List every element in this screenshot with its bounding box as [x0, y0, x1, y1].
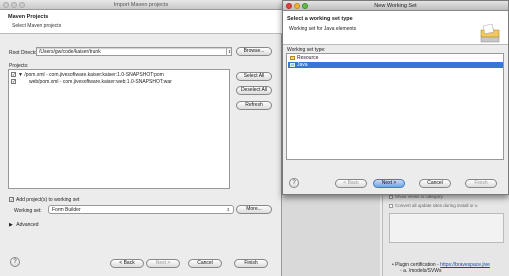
project-label: web/pom.xml - com.jivesoftware.kaiser:we…	[29, 79, 172, 85]
working-set-value: Form Builder	[52, 207, 81, 213]
working-set-type-list[interactable]: Resource Java	[286, 53, 504, 160]
advanced-label: Advanced	[16, 222, 39, 228]
browse-button[interactable]: Browse...	[236, 47, 272, 56]
disclosure-triangle-icon[interactable]: ▶	[9, 222, 13, 228]
refresh-button[interactable]: Refresh	[236, 101, 272, 110]
background-checkbox-2-label: Convert all update sites during install …	[395, 203, 478, 208]
import-header-subtitle: Select Maven projects	[12, 23, 62, 29]
nws-finish-button[interactable]: Finish	[465, 179, 497, 188]
project-checkbox[interactable]: ✓	[11, 79, 16, 85]
folder-icon	[480, 24, 500, 43]
more-button[interactable]: More...	[236, 205, 272, 214]
import-header-banner: Maven Projects Select Maven projects	[0, 10, 282, 34]
list-item-label: Resource	[297, 55, 319, 61]
background-checkbox-2[interactable]: Convert all update sites during install …	[389, 203, 478, 208]
project-label: ▼ /pom.xml - com.jivesoftware.kaiser:kai…	[18, 72, 164, 78]
select-all-button[interactable]: Select All	[236, 72, 272, 81]
project-row-web[interactable]: ✓ web/pom.xml - com.jivesoftware.kaiser:w…	[11, 79, 172, 85]
add-working-set-check-icon[interactable]: ✓	[9, 197, 14, 203]
project-row-root[interactable]: ✓ ▼ /pom.xml - com.jivesoftware.kaiser:ka…	[11, 72, 164, 78]
resource-icon	[290, 55, 295, 60]
plugin-certification-link[interactable]: https://bravespace.jive	[440, 262, 490, 268]
import-titlebar: Import Maven projects	[0, 0, 282, 10]
back-button[interactable]: < Back	[110, 259, 144, 268]
nws-window-title: New Working Set	[374, 3, 417, 9]
list-item-java[interactable]: Java	[288, 62, 503, 68]
cancel-button[interactable]: Cancel	[188, 259, 222, 268]
bullet-2-text: a. /models/SVWs	[403, 268, 442, 274]
help-icon[interactable]: ?	[289, 178, 299, 188]
new-working-set-dialog: New Working Set Select a working set typ…	[282, 0, 509, 195]
help-icon[interactable]: ?	[10, 257, 20, 267]
list-item-label: Java	[297, 62, 308, 68]
next-button[interactable]: Next >	[146, 259, 180, 268]
finish-button[interactable]: Finish	[234, 259, 268, 268]
import-header-title: Maven Projects	[8, 14, 49, 20]
nws-header-subtitle: Working set for Java elements	[289, 26, 357, 32]
java-icon	[290, 62, 295, 67]
nws-titlebar: New Working Set	[283, 1, 508, 11]
deselect-all-button[interactable]: Deselect All	[236, 86, 272, 95]
working-set-select[interactable]: Form Builder ⇕	[48, 205, 234, 214]
advanced-disclosure[interactable]: ▶ Advanced	[9, 222, 39, 228]
nws-header-title: Select a working set type	[287, 16, 353, 22]
background-notes: • Plugin certification - https://bravesp…	[392, 262, 490, 274]
import-footer: ? < Back Next > Cancel Finish	[0, 250, 282, 276]
background-bullet-2: ◦ a. /models/SVWs	[400, 268, 442, 274]
combo-arrow-icon[interactable]: ⇕	[226, 47, 232, 56]
import-window-title: Import Maven projects	[113, 2, 169, 8]
root-directory-combo[interactable]: /Users/gw/code/kaiser/trunk	[36, 47, 232, 56]
nws-next-button[interactable]: Next >	[373, 179, 405, 188]
working-set-label: Working set:	[14, 208, 42, 214]
select-arrows-icon: ⇕	[226, 207, 230, 212]
add-working-set-label: Add project(s) to working set	[16, 197, 80, 203]
project-checkbox[interactable]: ✓	[11, 72, 16, 78]
list-item-resource[interactable]: Resource	[288, 55, 503, 61]
nws-back-button[interactable]: < Back	[335, 179, 367, 188]
background-group-box	[389, 213, 504, 243]
import-maven-dialog: Import Maven projects Maven Projects Sel…	[0, 0, 282, 276]
nws-header-banner: Select a working set type Working set fo…	[283, 11, 508, 45]
add-to-working-set-checkbox[interactable]: ✓ Add project(s) to working set	[9, 197, 79, 203]
projects-tree[interactable]: ✓ ▼ /pom.xml - com.jivesoftware.kaiser:ka…	[8, 69, 230, 189]
nws-cancel-button[interactable]: Cancel	[419, 179, 451, 188]
